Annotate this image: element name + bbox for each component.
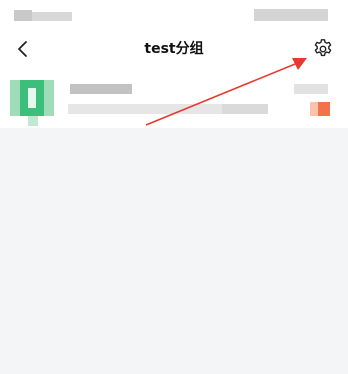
nav-bar: test分组 bbox=[0, 30, 348, 68]
settings-button[interactable] bbox=[308, 34, 338, 64]
gear-icon bbox=[314, 39, 332, 57]
item-badge-blurred bbox=[310, 102, 318, 116]
status-time-blurred bbox=[14, 10, 32, 21]
status-time-blurred bbox=[32, 12, 72, 21]
avatar-pixel bbox=[28, 116, 38, 126]
item-title-blurred bbox=[70, 84, 132, 94]
status-icons-blurred bbox=[254, 9, 328, 21]
status-bar bbox=[0, 0, 348, 30]
content-area bbox=[0, 128, 348, 374]
list-item[interactable] bbox=[0, 68, 348, 128]
avatar-pixel bbox=[28, 88, 36, 108]
page-title: test分组 bbox=[144, 41, 204, 57]
item-time-blurred bbox=[294, 84, 328, 94]
item-subtitle-blurred bbox=[68, 104, 238, 114]
item-badge-blurred bbox=[318, 102, 330, 116]
item-subtitle-blurred bbox=[222, 104, 268, 114]
